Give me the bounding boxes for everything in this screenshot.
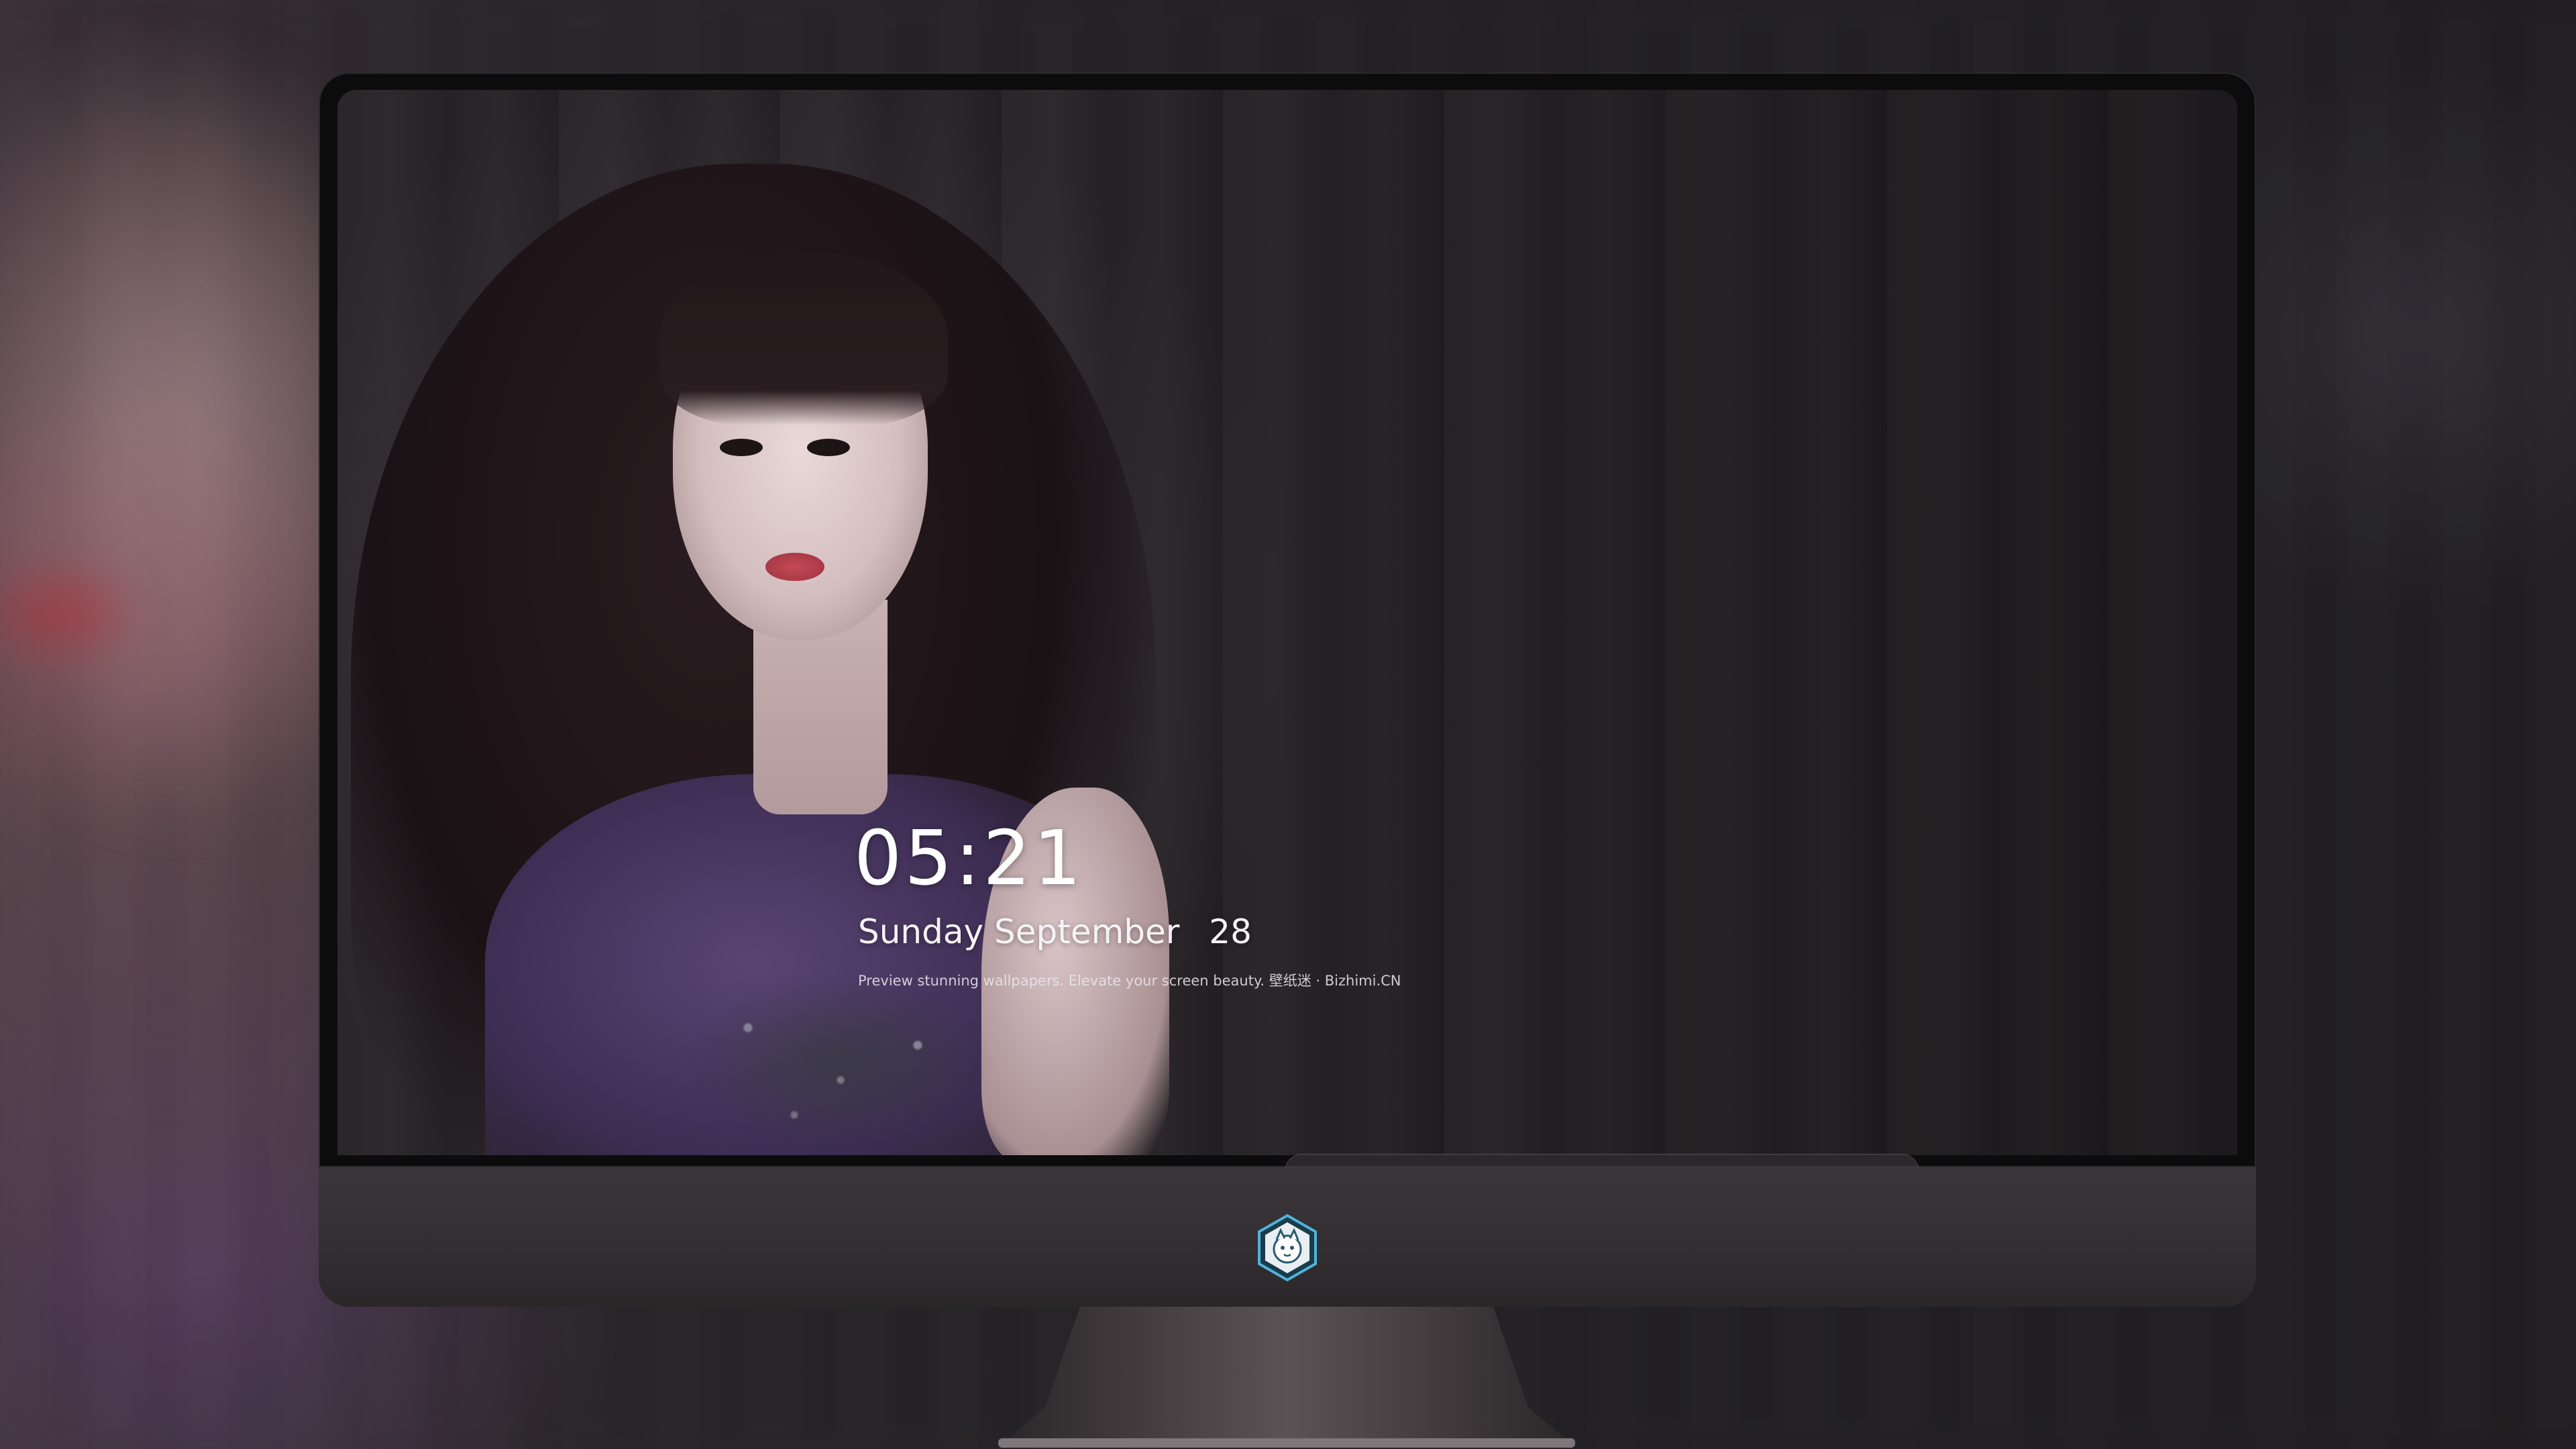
monitor-screen[interactable]: 05:21 Sunday September 28 Preview stunni… <box>337 90 2237 1155</box>
wallpaper-portrait-eye <box>720 439 763 456</box>
wallpaper-portrait-bangs <box>659 251 948 425</box>
lockscreen-month: September <box>994 912 1180 951</box>
monitor: 05:21 Sunday September 28 Preview stunni… <box>319 72 2256 1307</box>
monitor-bezel: 05:21 Sunday September 28 Preview stunni… <box>319 72 2256 1225</box>
wallpaper-portrait-eye <box>807 439 850 456</box>
brand-logo-icon <box>1258 1214 1317 1282</box>
wallpaper-dress-sequins <box>686 975 995 1150</box>
lockscreen-weekday: Sunday <box>858 912 984 951</box>
lockscreen-day: 28 <box>1209 912 1252 951</box>
background-blurred-lips <box>0 577 121 651</box>
monitor-stand <box>998 1307 1575 1448</box>
desktop-background: 05:21 Sunday September 28 Preview stunni… <box>0 0 2576 1449</box>
wallpaper-portrait-lips <box>765 553 824 581</box>
lockscreen-date: Sunday September 28 <box>858 915 1252 949</box>
lockscreen-time: 05:21 <box>854 815 1084 902</box>
lockscreen-tagline: Preview stunning wallpapers. Elevate you… <box>858 973 1401 989</box>
